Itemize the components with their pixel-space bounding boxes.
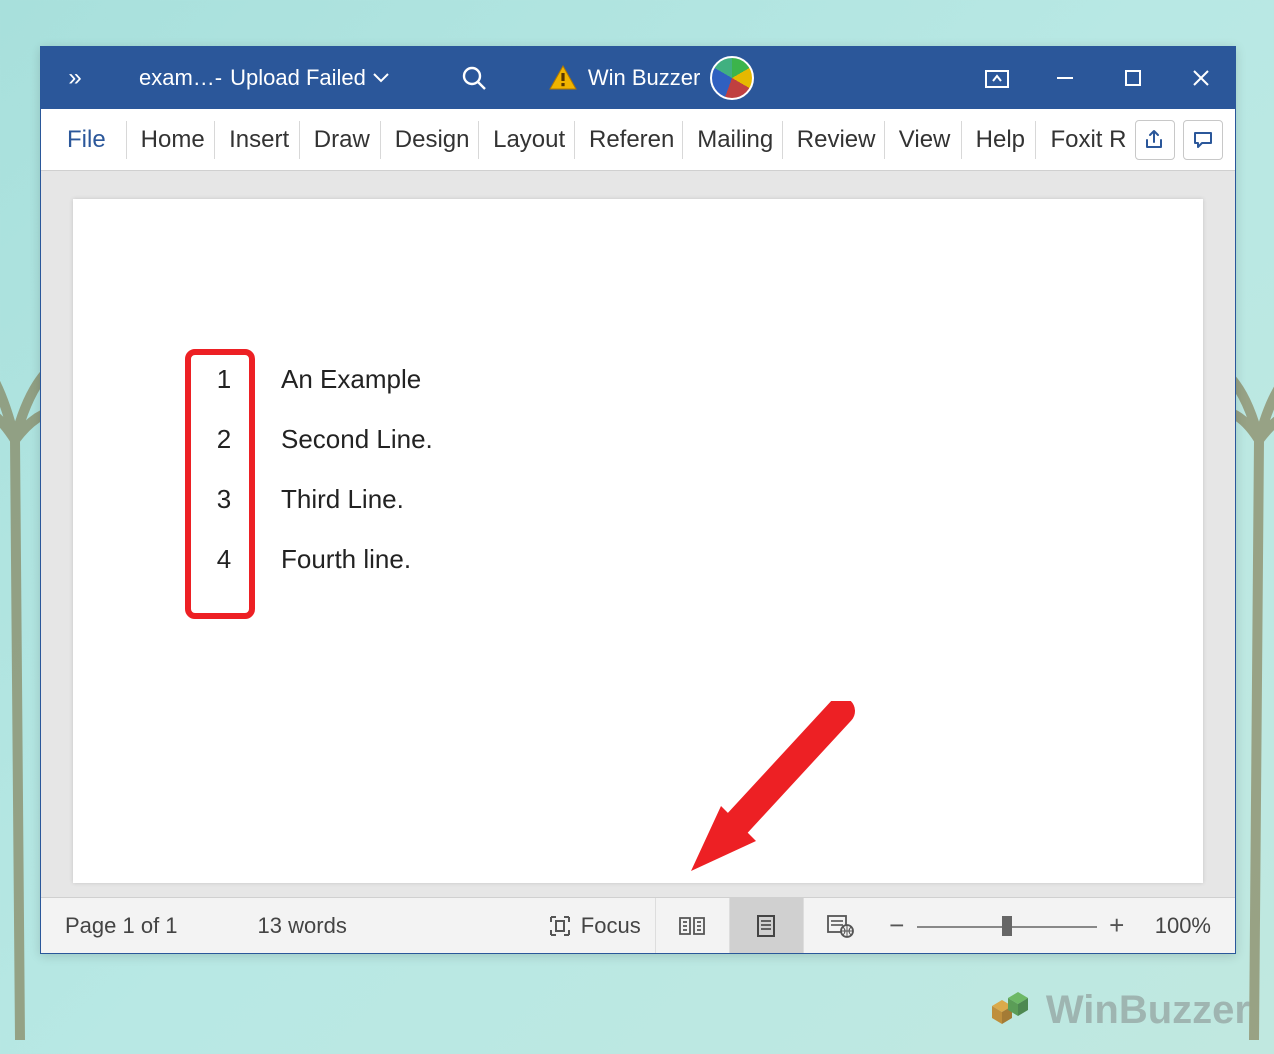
zoom-out-button[interactable]: − (877, 910, 917, 941)
word-count[interactable]: 13 words (258, 913, 347, 939)
winbuzzer-logo-icon (982, 986, 1038, 1034)
status-bar: Page 1 of 1 13 words Focus − + 100% (41, 897, 1235, 953)
maximize-button[interactable] (1099, 47, 1167, 109)
warning-icon (548, 64, 578, 92)
zoom-slider[interactable] (917, 923, 1097, 929)
zoom-percentage[interactable]: 100% (1155, 913, 1211, 939)
line-text[interactable]: An Example (281, 364, 421, 395)
title-bar: » exam… - Upload Failed Win Buzzer (41, 47, 1235, 109)
focus-icon (547, 913, 573, 939)
user-name[interactable]: Win Buzzer (588, 65, 700, 91)
line-text[interactable]: Second Line. (281, 424, 433, 455)
tab-help[interactable]: Help (961, 121, 1036, 159)
focus-mode-button[interactable]: Focus (533, 913, 655, 939)
line-number: 1 (201, 364, 247, 395)
print-layout-button[interactable] (729, 898, 803, 953)
tab-file[interactable]: File (47, 126, 126, 154)
title-separator: - (215, 65, 222, 91)
tab-mailings[interactable]: Mailing (682, 121, 782, 159)
close-button[interactable] (1167, 47, 1235, 109)
page-count[interactable]: Page 1 of 1 (65, 913, 178, 939)
line-text[interactable]: Fourth line. (281, 544, 411, 575)
title-dropdown-icon[interactable] (372, 72, 390, 84)
document-line: 4 Fourth line. (201, 529, 1203, 589)
tab-review[interactable]: Review (782, 121, 884, 159)
line-number: 2 (201, 424, 247, 455)
quick-access-overflow[interactable]: » (41, 64, 111, 92)
tab-references[interactable]: Referen (574, 121, 682, 159)
search-icon[interactable] (460, 64, 488, 92)
line-text[interactable]: Third Line. (281, 484, 404, 515)
word-window: » exam… - Upload Failed Win Buzzer (40, 46, 1236, 954)
zoom-thumb[interactable] (1002, 916, 1012, 936)
upload-status: Upload Failed (230, 65, 366, 91)
focus-label: Focus (581, 913, 641, 939)
line-number: 4 (201, 544, 247, 575)
ribbon-display-button[interactable] (963, 47, 1031, 109)
document-line: 3 Third Line. (201, 469, 1203, 529)
ribbon: File Home Insert Draw Design Layout Refe… (41, 109, 1235, 171)
zoom-in-button[interactable]: + (1097, 910, 1137, 941)
tab-foxit[interactable]: Foxit R (1035, 121, 1135, 159)
tab-draw[interactable]: Draw (299, 121, 380, 159)
web-layout-button[interactable] (803, 898, 877, 953)
tab-view[interactable]: View (884, 121, 961, 159)
tab-design[interactable]: Design (380, 121, 478, 159)
document-line: 1 An Example (201, 349, 1203, 409)
minimize-button[interactable] (1031, 47, 1099, 109)
tab-insert[interactable]: Insert (214, 121, 299, 159)
avatar[interactable] (710, 56, 754, 100)
tab-home[interactable]: Home (126, 121, 214, 159)
page[interactable]: 1 An Example 2 Second Line. 3 Third Line… (73, 199, 1203, 883)
comments-button[interactable] (1183, 120, 1223, 160)
tab-layout[interactable]: Layout (478, 121, 574, 159)
document-name: exam… (139, 65, 215, 91)
line-number: 3 (201, 484, 247, 515)
read-mode-button[interactable] (655, 898, 729, 953)
share-button[interactable] (1135, 120, 1175, 160)
document-area: 1 An Example 2 Second Line. 3 Third Line… (41, 171, 1235, 897)
document-line: 2 Second Line. (201, 409, 1203, 469)
